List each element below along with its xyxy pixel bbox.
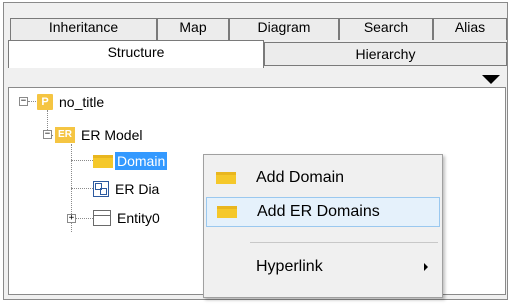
expand-entity-icon[interactable]: + xyxy=(67,214,76,223)
menu-item-add-domain[interactable]: Add Domain xyxy=(206,163,440,193)
tree-connector xyxy=(71,188,93,189)
menu-separator xyxy=(250,242,438,243)
tab-search[interactable]: Search xyxy=(339,18,433,40)
tab-hierarchy-label: Hierarchy xyxy=(355,46,416,62)
menu-item-add-domain-label: Add Domain xyxy=(256,169,345,186)
tree-node-er-model-label: ER Model xyxy=(81,127,143,143)
context-menu: Add Domain Add ER Domains Hyperlink xyxy=(203,154,443,298)
tree-node-er-diagram[interactable]: ER Dia xyxy=(93,179,161,199)
tab-inheritance-label: Inheritance xyxy=(48,19,119,35)
tab-alias-label: Alias xyxy=(454,19,486,35)
menu-item-add-er-domains-label: Add ER Domains xyxy=(257,203,380,220)
tree-node-project-label: no_title xyxy=(59,94,105,110)
er-model-icon: ER xyxy=(55,127,75,143)
panel-menu-dropdown-icon[interactable] xyxy=(482,75,500,84)
tab-alias[interactable]: Alias xyxy=(433,18,507,40)
tab-map[interactable]: Map xyxy=(157,18,229,40)
tree-node-entity-label: Entity0 xyxy=(117,210,160,226)
entity-icon xyxy=(93,210,111,226)
tree-connector xyxy=(71,160,93,161)
menu-item-hyperlink-label: Hyperlink xyxy=(256,258,323,275)
tab-inheritance[interactable]: Inheritance xyxy=(10,18,157,40)
folder-icon xyxy=(216,172,236,184)
tree-node-domains[interactable]: Domain xyxy=(93,151,168,171)
tab-search-label: Search xyxy=(363,19,409,35)
tab-diagram-label: Diagram xyxy=(257,19,311,35)
tab-hierarchy[interactable]: Hierarchy xyxy=(264,42,507,66)
tree-node-domains-label: Domain xyxy=(115,152,168,170)
tree-node-entity[interactable]: Entity0 xyxy=(93,208,162,228)
menu-item-add-er-domains[interactable]: Add ER Domains xyxy=(206,197,440,227)
menu-item-hyperlink[interactable]: Hyperlink xyxy=(206,252,440,282)
tree-connector xyxy=(76,218,93,219)
tab-structure-label: Structure xyxy=(107,44,165,60)
folder-icon xyxy=(217,206,237,218)
tab-diagram[interactable]: Diagram xyxy=(229,18,339,40)
submenu-arrow-icon xyxy=(424,263,428,271)
tab-structure[interactable]: Structure xyxy=(8,40,264,68)
tab-map-label: Map xyxy=(179,19,207,35)
folder-icon xyxy=(93,154,113,168)
project-icon: P xyxy=(37,94,53,110)
collapse-er-model-icon[interactable]: − xyxy=(43,130,52,139)
tree-node-er-diagram-label: ER Dia xyxy=(115,181,160,197)
collapse-root-icon[interactable]: − xyxy=(19,97,28,106)
tree-node-project[interactable]: P no_title xyxy=(37,92,106,112)
diagram-icon xyxy=(93,181,109,197)
tree-node-er-model[interactable]: ER ER Model xyxy=(55,125,144,145)
